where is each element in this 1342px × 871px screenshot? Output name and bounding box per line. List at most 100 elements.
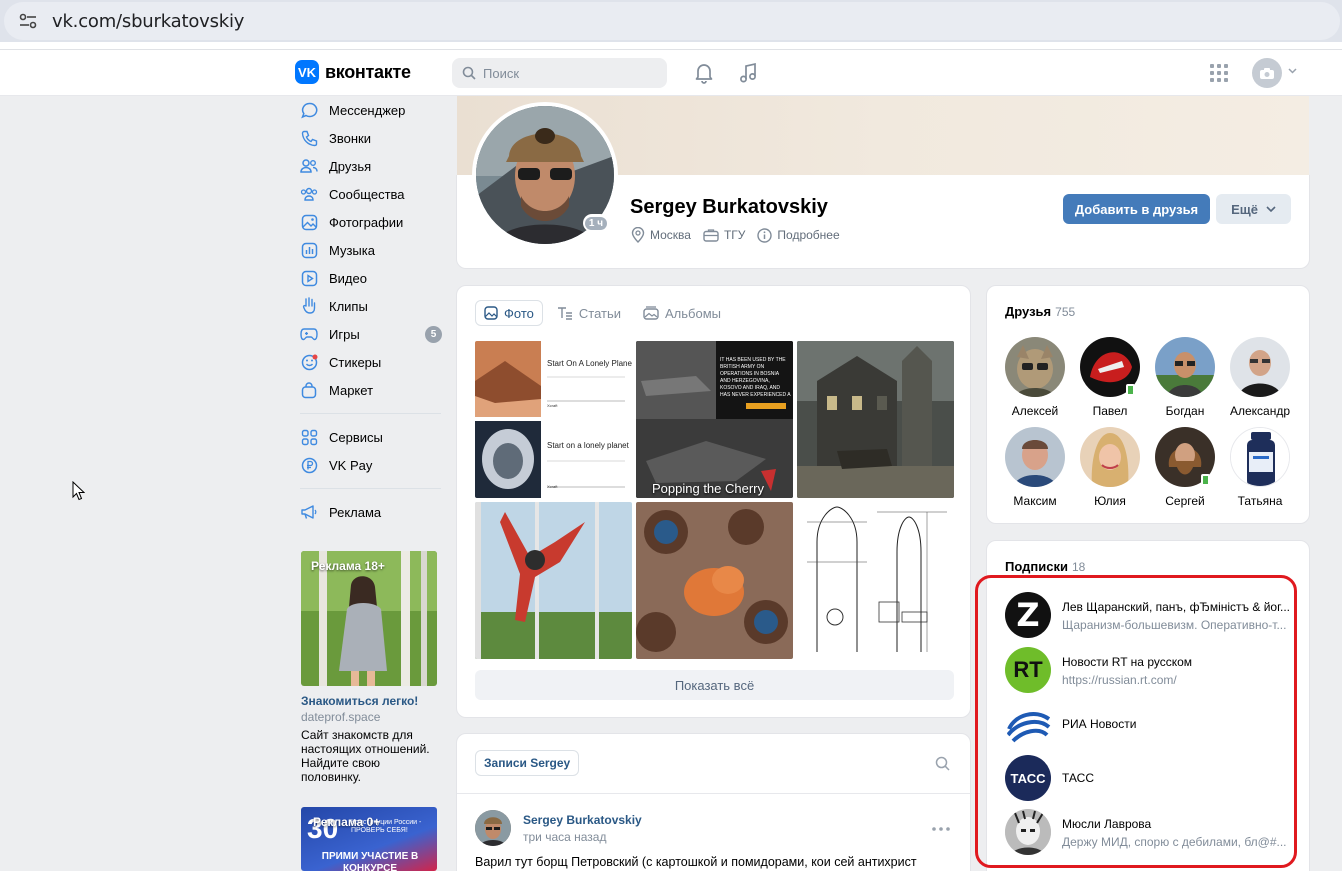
site-settings-icon[interactable] bbox=[18, 13, 38, 29]
mobile-online-icon bbox=[1126, 384, 1135, 396]
search-icon bbox=[462, 66, 476, 80]
chevron-down-icon[interactable] bbox=[1288, 66, 1297, 77]
phone-icon bbox=[300, 129, 318, 147]
sidebar-item-market[interactable]: Маркет bbox=[300, 376, 442, 404]
show-all-photos-button[interactable]: Показать всё bbox=[475, 670, 954, 700]
profile-more-info[interactable]: Подробнее bbox=[757, 227, 840, 243]
sidebar-item-music[interactable]: Музыка bbox=[300, 236, 442, 264]
music-icon[interactable] bbox=[738, 62, 760, 84]
photo-caption: Start on a lonely planet bbox=[547, 441, 629, 450]
left-sidebar: Мессенджер Звонки Друзья Сообщества Фото… bbox=[300, 96, 442, 526]
subscriptions-highlight-annotation bbox=[975, 575, 1297, 868]
post-text: Варил тут борщ Петровский (с картошкой и… bbox=[475, 855, 917, 869]
url-text: vk.com/sburkatovskiy bbox=[52, 10, 245, 32]
add-friend-button[interactable]: Добавить в друзья bbox=[1063, 194, 1210, 224]
online-status-badge: 1 ч bbox=[583, 214, 609, 232]
subscriptions-count: 18 bbox=[1071, 560, 1086, 574]
search-input[interactable]: Поиск bbox=[452, 58, 667, 88]
ad-age-tag: Реклама 18+ bbox=[311, 559, 385, 573]
vk-logo-icon: VK bbox=[295, 60, 319, 84]
ad-title[interactable]: Знакомиться легко! bbox=[301, 694, 437, 708]
shopping-bag-icon bbox=[300, 381, 318, 399]
tab-photos[interactable]: Фото bbox=[475, 300, 543, 326]
friends-header[interactable]: Друзья 755 bbox=[1005, 304, 1075, 319]
sidebar-ad-constitution[interactable]: 30 Конституции России - ПРОВЕРЬ СЕБЯ! ПР… bbox=[301, 807, 437, 871]
sidebar-item-video[interactable]: Видео bbox=[300, 264, 442, 292]
wall-card: Записи Sergey Sergey Burkatovskiy три ча… bbox=[456, 733, 972, 871]
ad-image[interactable]: Реклама 18+ bbox=[301, 551, 437, 686]
top-header: VK вконтакте Поиск bbox=[0, 49, 1342, 96]
search-placeholder: Поиск bbox=[483, 65, 520, 81]
search-icon[interactable] bbox=[935, 756, 950, 774]
photo-caption: Start On A Lonely Planet bbox=[547, 359, 632, 368]
sidebar-item-games[interactable]: Игры 5 bbox=[300, 320, 442, 348]
svg-text:KOSOVO AND IRAQ, AND: KOSOVO AND IRAQ, AND bbox=[720, 385, 780, 391]
friend-avatar bbox=[1005, 427, 1065, 487]
ad-image[interactable]: 30 Конституции России - ПРОВЕРЬ СЕБЯ! ПР… bbox=[301, 807, 437, 871]
friend-item[interactable]: Павел bbox=[1075, 337, 1145, 418]
sidebar-divider bbox=[300, 413, 441, 414]
svg-text:Xcraft: Xcraft bbox=[547, 484, 558, 489]
svg-text:OPERATIONS IN BOSNIA: OPERATIONS IN BOSNIA bbox=[720, 371, 780, 377]
chevron-down-icon bbox=[1266, 206, 1276, 212]
sidebar-item-communities[interactable]: Сообщества bbox=[300, 180, 442, 208]
photos-icon bbox=[300, 213, 318, 231]
profile-name: Sergey Burkatovskiy bbox=[630, 196, 828, 218]
wall-posts-tab[interactable]: Записи Sergey bbox=[475, 750, 580, 776]
music-note-icon bbox=[300, 241, 318, 259]
sidebar-ad-dating[interactable]: Реклама 18+ Знакомиться легко! dateprof.… bbox=[301, 551, 437, 784]
article-icon bbox=[557, 307, 572, 320]
friend-item[interactable]: Сергей bbox=[1150, 427, 1220, 508]
ad-description: Сайт знакомств для настоящих отношений. … bbox=[301, 728, 430, 784]
wall-divider bbox=[457, 793, 972, 794]
friend-item[interactable]: Богдан bbox=[1150, 337, 1220, 418]
more-actions-button[interactable]: Ещё bbox=[1216, 194, 1291, 224]
photo-thumbnail[interactable]: IT HAS BEEN USED BY THE BRITISH ARMY ON … bbox=[636, 341, 793, 498]
tab-articles[interactable]: Статьи bbox=[549, 300, 629, 326]
friend-avatar bbox=[1005, 337, 1065, 397]
friend-item[interactable]: Максим bbox=[1000, 427, 1070, 508]
location-pin-icon bbox=[631, 227, 645, 243]
sidebar-item-photos[interactable]: Фотографии bbox=[300, 208, 442, 236]
sidebar-item-clips[interactable]: Клипы bbox=[300, 292, 442, 320]
friend-avatar bbox=[1155, 337, 1215, 397]
friend-item[interactable]: Татьяна bbox=[1225, 427, 1295, 508]
tab-albums[interactable]: Альбомы bbox=[635, 300, 729, 326]
profile-city[interactable]: Москва bbox=[631, 227, 691, 243]
sidebar-item-friends[interactable]: Друзья bbox=[300, 152, 442, 180]
sidebar-item-ads[interactable]: Реклама bbox=[300, 498, 442, 526]
photo-thumbnail[interactable] bbox=[797, 502, 954, 659]
friends-count: 755 bbox=[1055, 305, 1076, 319]
ad-domain: dateprof.space bbox=[301, 710, 381, 724]
apps-grid-icon[interactable] bbox=[1210, 64, 1228, 82]
photo-thumbnail[interactable] bbox=[475, 502, 632, 659]
sidebar-item-messenger[interactable]: Мессенджер bbox=[300, 96, 442, 124]
post-author-avatar[interactable] bbox=[475, 810, 511, 846]
sidebar-item-services[interactable]: Сервисы bbox=[300, 423, 442, 451]
friend-avatar bbox=[1230, 337, 1290, 397]
mouse-cursor-icon bbox=[72, 480, 86, 504]
album-icon bbox=[643, 306, 659, 320]
svg-text:Xcraft: Xcraft bbox=[547, 403, 558, 408]
url-field[interactable]: vk.com/sburkatovskiy bbox=[4, 2, 1340, 40]
bell-icon[interactable] bbox=[694, 62, 716, 84]
photo-thumbnail[interactable]: Xcraft Xcraft Start On A Lonely Planet S… bbox=[475, 341, 632, 498]
profile-university[interactable]: ТГУ bbox=[703, 228, 745, 242]
megaphone-icon bbox=[300, 503, 318, 521]
photo-thumbnail[interactable] bbox=[636, 502, 793, 659]
friend-item[interactable]: Юлия bbox=[1075, 427, 1145, 508]
friend-item[interactable]: Алексей bbox=[1000, 337, 1070, 418]
vk-logo[interactable]: VK вконтакте bbox=[295, 60, 411, 84]
subscriptions-header[interactable]: Подписки 18 bbox=[1005, 559, 1085, 574]
sidebar-item-vkpay[interactable]: VK Pay bbox=[300, 451, 442, 479]
friend-item[interactable]: Александр bbox=[1225, 337, 1295, 418]
more-dots-icon[interactable] bbox=[932, 818, 950, 836]
sidebar-item-calls[interactable]: Звонки bbox=[300, 124, 442, 152]
mobile-online-icon bbox=[1201, 474, 1210, 486]
svg-text:IT HAS BEEN USED BY THE: IT HAS BEEN USED BY THE bbox=[720, 357, 786, 363]
post-author-name[interactable]: Sergey Burkatovskiy bbox=[523, 813, 642, 827]
post-timestamp[interactable]: три часа назад bbox=[523, 830, 606, 844]
user-avatar-menu[interactable] bbox=[1252, 58, 1282, 88]
sidebar-item-stickers[interactable]: Стикеры bbox=[300, 348, 442, 376]
photo-thumbnail[interactable] bbox=[797, 341, 954, 498]
